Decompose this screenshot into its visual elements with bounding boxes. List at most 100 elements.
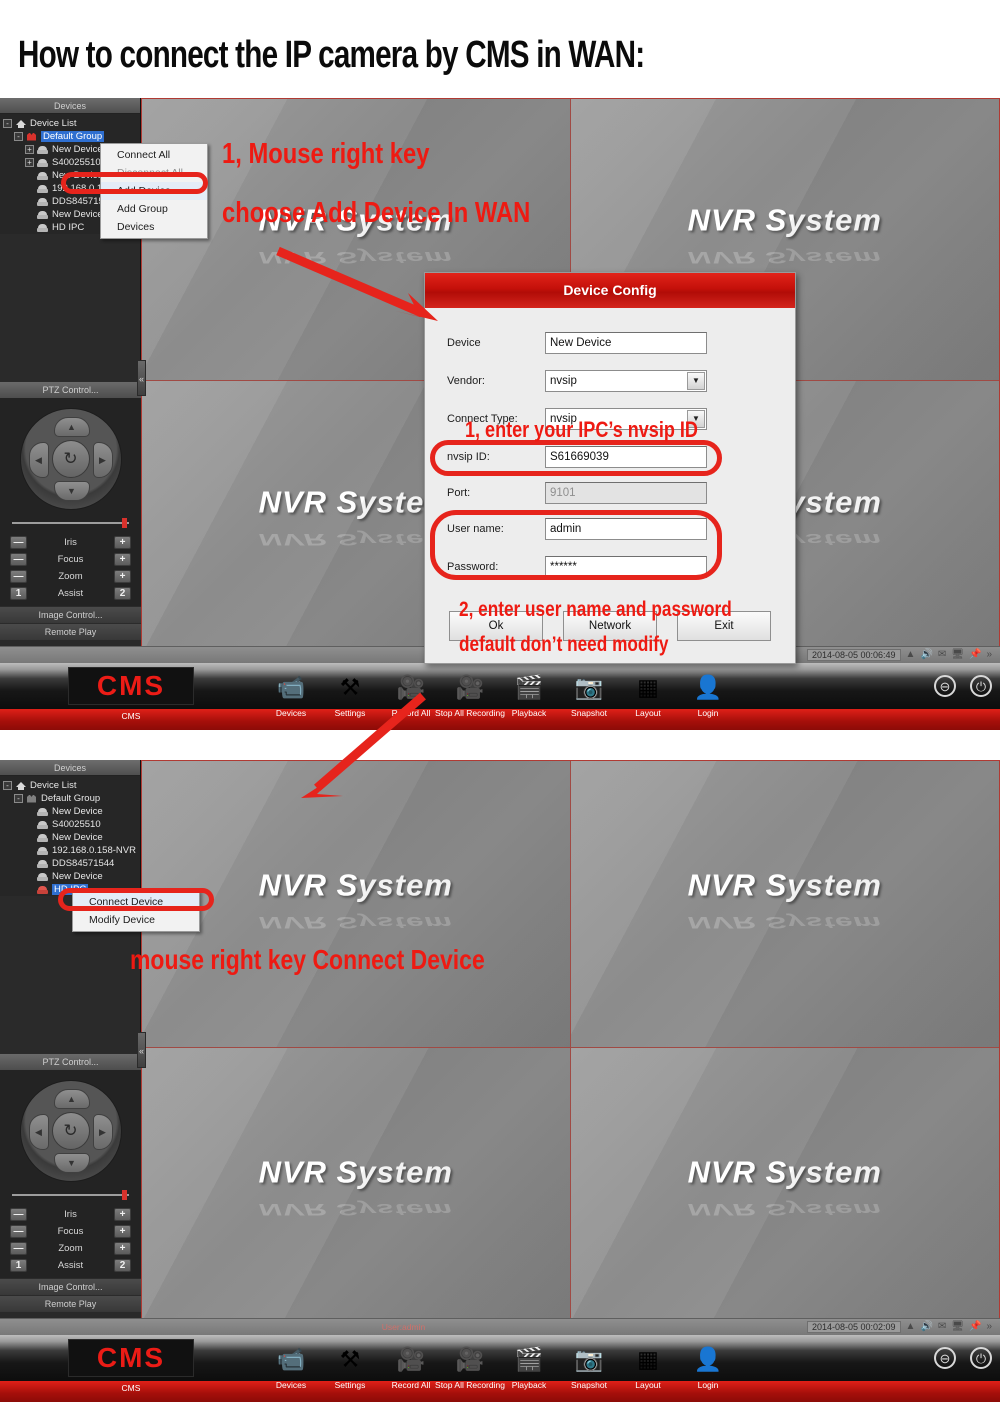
mute-icon[interactable]: 🔊 — [920, 1322, 932, 1332]
expander-icon[interactable]: + — [25, 158, 34, 167]
expander-icon[interactable]: - — [3, 119, 12, 128]
menu-item-connect-device[interactable]: Connect Device — [73, 893, 199, 911]
tree-label-root: Device List — [30, 780, 77, 791]
focus-plus-button[interactable]: + — [114, 553, 131, 566]
chevrons-icon[interactable]: » — [986, 1322, 992, 1332]
sidebar-collapse-handle[interactable]: « — [137, 1032, 146, 1068]
mail-icon[interactable]: ✉ — [938, 650, 946, 660]
nvr-watermark-text: NVR System — [687, 202, 882, 238]
ptz-up-button[interactable]: ▲ — [53, 417, 90, 437]
eject-icon[interactable]: ▲ — [906, 1322, 916, 1332]
tree-row-device[interactable]: + New Device — [0, 831, 140, 844]
ptz-auto-scan-button[interactable]: ↻ — [51, 440, 90, 478]
ptz-right-button[interactable]: ▶ — [92, 1114, 113, 1150]
minimize-icon[interactable]: ⊖ — [934, 675, 956, 697]
pin-icon[interactable]: 📌 — [969, 1322, 981, 1332]
expander-icon[interactable]: - — [14, 794, 23, 803]
ptz-left-button[interactable]: ◀ — [28, 442, 49, 478]
iris-plus-button[interactable]: + — [114, 536, 131, 549]
context-menu-device[interactable]: Connect Device Modify Device — [72, 890, 200, 932]
toolbar-login-button[interactable]: 👤 Login — [671, 667, 745, 719]
assist-2-button[interactable]: 2 — [114, 587, 131, 600]
ptz-dpad[interactable]: ▲ ▼ ◀ ▶ ↻ — [19, 408, 122, 510]
network-icon[interactable]: 🖥 — [951, 650, 964, 660]
focus-plus-button[interactable]: + — [114, 1225, 131, 1238]
minimize-icon[interactable]: ⊖ — [934, 1347, 956, 1369]
ptz-speed-slider[interactable] — [12, 1190, 129, 1200]
ptz-up-button[interactable]: ▲ — [53, 1089, 90, 1109]
menu-item-add-group[interactable]: Add Group — [101, 200, 207, 218]
ptz-right-button[interactable]: ▶ — [92, 442, 113, 478]
nvr-watermark-reflection: NVR System — [687, 912, 882, 933]
password-input[interactable]: ****** — [545, 556, 707, 578]
menu-item-add-device[interactable]: Add Device — [101, 182, 207, 200]
ptz-down-button[interactable]: ▼ — [53, 1153, 90, 1173]
iris-minus-button[interactable]: — — [10, 536, 27, 549]
ptz-dpad[interactable]: ▲ ▼ ◀ ▶ ↻ — [19, 1080, 122, 1182]
tree-row-device[interactable]: + New Device — [0, 870, 140, 883]
image-control-header[interactable]: Image Control... — [0, 606, 141, 623]
sidebar-collapse-handle[interactable]: « — [137, 360, 146, 396]
ptz-speed-slider[interactable] — [12, 518, 129, 528]
expander-icon[interactable]: + — [25, 145, 34, 154]
user-name-input[interactable]: admin — [545, 518, 707, 540]
tree-row-device[interactable]: + S40025510 — [0, 818, 140, 831]
ptz-down-button[interactable]: ▼ — [53, 481, 90, 501]
mail-icon[interactable]: ✉ — [938, 1322, 946, 1332]
video-cell-1[interactable]: NVR System NVR System — [142, 761, 571, 1048]
group-icon — [26, 132, 38, 142]
port-input[interactable]: 9101 — [545, 482, 707, 504]
network-icon[interactable]: 🖥 — [951, 1322, 964, 1332]
iris-plus-button[interactable]: + — [114, 1208, 131, 1221]
tree-row-device[interactable]: + 192.168.0.158-NVR — [0, 844, 140, 857]
chevron-down-icon[interactable]: ▼ — [687, 372, 705, 390]
pin-icon[interactable]: 📌 — [969, 650, 981, 660]
assist-2-button[interactable]: 2 — [114, 1259, 131, 1272]
vendor-select[interactable]: nvsip ▼ — [545, 370, 707, 392]
device-name-input[interactable]: New Device — [545, 332, 707, 354]
power-icon[interactable]: ⏻ — [970, 1347, 992, 1369]
iris-minus-button[interactable]: — — [10, 1208, 27, 1221]
zoom-minus-button[interactable]: — — [10, 570, 27, 583]
tree-row-device-list[interactable]: - Device List — [0, 117, 140, 130]
tree-row-device-list[interactable]: - Device List — [0, 779, 140, 792]
field-row-vendor: Vendor: nvsip ▼ — [447, 362, 773, 400]
video-cell-3[interactable]: NVR System NVR System — [142, 1047, 571, 1334]
focus-minus-button[interactable]: — — [10, 553, 27, 566]
eject-icon[interactable]: ▲ — [906, 650, 916, 660]
tree-row-default-group[interactable]: - Default Group — [0, 130, 140, 143]
focus-minus-button[interactable]: — — [10, 1225, 27, 1238]
chevrons-icon[interactable]: » — [986, 650, 992, 660]
expander-icon[interactable]: - — [3, 781, 12, 790]
menu-item-connect-all[interactable]: Connect All — [101, 146, 207, 164]
menu-item-disconnect-all[interactable]: Disconnect All — [101, 164, 207, 182]
image-control-header[interactable]: Image Control... — [0, 1278, 141, 1295]
ptz-panel-header[interactable]: PTZ Control... — [0, 381, 141, 398]
slider-knob[interactable] — [122, 518, 127, 528]
focus-label: Focus — [57, 1226, 84, 1237]
power-icon[interactable]: ⏻ — [970, 675, 992, 697]
ptz-panel-header[interactable]: PTZ Control... — [0, 1053, 141, 1070]
tree-row-device[interactable]: + New Device — [0, 805, 140, 818]
tree-row-default-group[interactable]: - Default Group — [0, 792, 140, 805]
mute-icon[interactable]: 🔊 — [920, 650, 932, 660]
ptz-auto-scan-button[interactable]: ↻ — [51, 1112, 90, 1150]
zoom-minus-button[interactable]: — — [10, 1242, 27, 1255]
expander-icon[interactable]: - — [14, 132, 23, 141]
video-cell-2[interactable]: NVR System NVR System — [570, 761, 999, 1048]
remote-play-header[interactable]: Remote Play — [0, 1295, 141, 1312]
zoom-plus-button[interactable]: + — [114, 570, 131, 583]
nvsip-id-input[interactable]: S61669039 — [545, 446, 707, 468]
remote-play-header[interactable]: Remote Play — [0, 623, 141, 640]
zoom-plus-button[interactable]: + — [114, 1242, 131, 1255]
toolbar-login-button[interactable]: 👤 Login — [671, 1339, 745, 1391]
menu-item-devices[interactable]: Devices — [101, 218, 207, 236]
slider-knob[interactable] — [122, 1190, 127, 1200]
tree-row-device[interactable]: + DDS84571544 — [0, 857, 140, 870]
assist-1-button[interactable]: 1 — [10, 1259, 27, 1272]
video-cell-4[interactable]: NVR System NVR System — [570, 1047, 999, 1334]
menu-item-modify-device[interactable]: Modify Device — [73, 911, 199, 929]
assist-1-button[interactable]: 1 — [10, 587, 27, 600]
ptz-left-button[interactable]: ◀ — [28, 1114, 49, 1150]
context-menu-group[interactable]: Connect All Disconnect All Add Device Ad… — [100, 143, 208, 239]
